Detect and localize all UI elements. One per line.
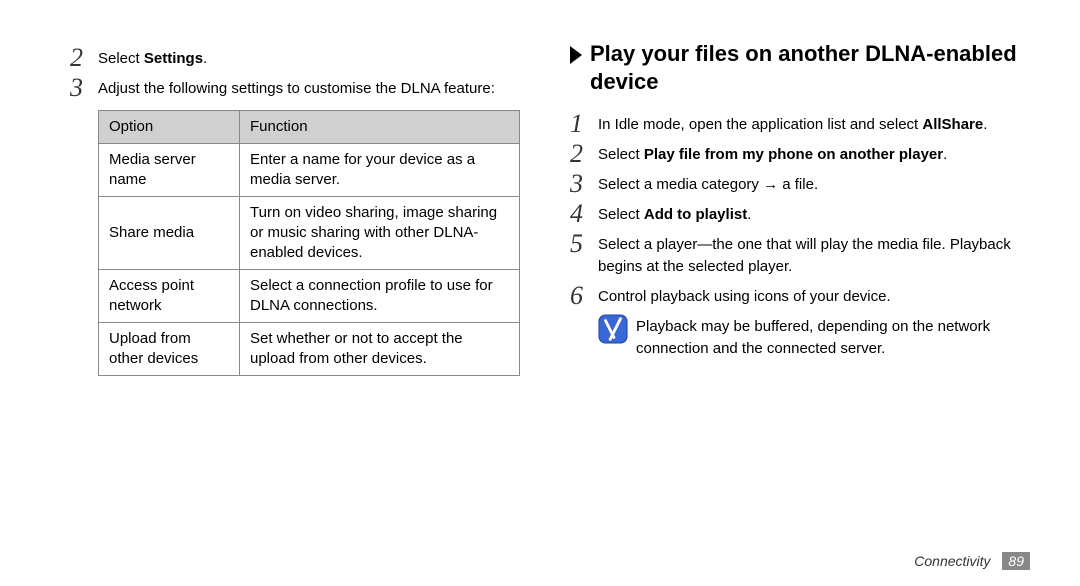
table-row: Media server name Enter a name for your …	[99, 144, 520, 197]
note-icon	[598, 314, 628, 344]
table-header-row: Option Function	[99, 111, 520, 144]
option-cell: Upload from other devices	[99, 323, 240, 376]
title-text: Play your files on another DLNA-enabled …	[590, 40, 1020, 96]
step-2: 2 Select Settings.	[70, 46, 520, 70]
function-cell: Select a connection profile to use for D…	[240, 270, 520, 323]
option-cell: Media server name	[99, 144, 240, 197]
table-row: Share media Turn on video sharing, image…	[99, 197, 520, 270]
step-text: Adjust the following settings to customi…	[98, 76, 495, 100]
option-cell: Access point network	[99, 270, 240, 323]
step-3r: 3 Select a media category → a file.	[570, 172, 1020, 196]
header-option: Option	[99, 111, 240, 144]
header-function: Function	[240, 111, 520, 144]
chevron-right-icon	[570, 46, 582, 64]
step-text: Select Add to playlist.	[598, 202, 751, 226]
step-text: In Idle mode, open the application list …	[598, 112, 987, 136]
step-number: 1	[570, 112, 598, 136]
step-1: 1 In Idle mode, open the application lis…	[570, 112, 1020, 136]
option-cell: Share media	[99, 197, 240, 270]
step-text: Select Settings.	[98, 46, 207, 70]
step-3: 3 Adjust the following settings to custo…	[70, 76, 520, 100]
step-text: Select a player—the one that will play t…	[598, 232, 1020, 278]
step-number: 3	[70, 76, 98, 100]
step-number: 6	[570, 284, 598, 308]
step-text: Select a media category → a file.	[598, 172, 818, 196]
function-cell: Turn on video sharing, image sharing or …	[240, 197, 520, 270]
footer-chapter: Connectivity	[914, 553, 990, 569]
section-title: Play your files on another DLNA-enabled …	[570, 40, 1020, 96]
step-5r: 5 Select a player—the one that will play…	[570, 232, 1020, 278]
step-2r: 2 Select Play file from my phone on anot…	[570, 142, 1020, 166]
function-cell: Set whether or not to accept the upload …	[240, 323, 520, 376]
step-text: Select Play file from my phone on anothe…	[598, 142, 947, 166]
step-number: 2	[70, 46, 98, 70]
page: 2 Select Settings. 3 Adjust the followin…	[0, 0, 1080, 586]
step-number: 2	[570, 142, 598, 166]
function-cell: Enter a name for your device as a media …	[240, 144, 520, 197]
step-number: 5	[570, 232, 598, 256]
step-number: 3	[570, 172, 598, 196]
table-row: Access point network Select a connection…	[99, 270, 520, 323]
step-text: Control playback using icons of your dev…	[598, 284, 891, 308]
right-column: Play your files on another DLNA-enabled …	[550, 40, 1030, 566]
footer-page-number: 89	[1002, 552, 1030, 570]
step-4r: 4 Select Add to playlist.	[570, 202, 1020, 226]
step-6r: 6 Control playback using icons of your d…	[570, 284, 1020, 308]
note-text: Playback may be buffered, depending on t…	[636, 314, 1020, 360]
footer: Connectivity 89	[914, 552, 1030, 570]
left-column: 2 Select Settings. 3 Adjust the followin…	[60, 40, 550, 566]
table-wrapper: Option Function Media server name Enter …	[70, 110, 520, 376]
table-row: Upload from other devices Set whether or…	[99, 323, 520, 376]
step-number: 4	[570, 202, 598, 226]
options-table: Option Function Media server name Enter …	[98, 110, 520, 376]
note: Playback may be buffered, depending on t…	[570, 314, 1020, 360]
